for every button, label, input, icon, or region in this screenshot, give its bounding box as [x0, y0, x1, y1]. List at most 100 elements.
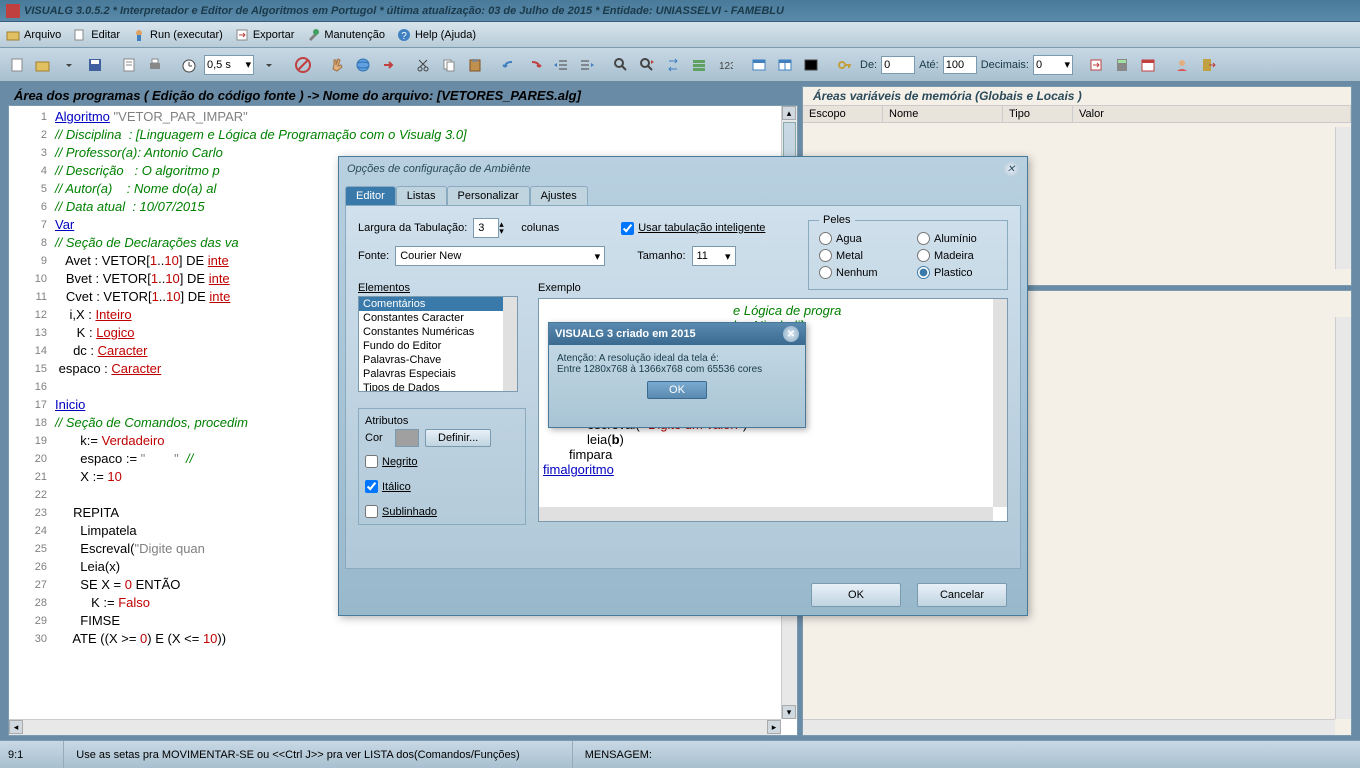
col-valor[interactable]: Valor — [1073, 106, 1351, 122]
skin-madeira[interactable]: Madeira — [917, 249, 997, 262]
vars-scrollbar-v[interactable] — [1335, 127, 1351, 269]
calc-button[interactable] — [1111, 54, 1133, 76]
skin-plastico[interactable]: Plastico — [917, 266, 997, 279]
elements-listbox[interactable]: Comentários Constantes Caracter Constant… — [358, 296, 518, 392]
menu-editar[interactable]: Editar — [73, 28, 120, 42]
window1-button[interactable] — [748, 54, 770, 76]
results-scrollbar-v[interactable] — [1335, 317, 1351, 719]
cut-button[interactable] — [412, 54, 434, 76]
dialog-ok-button[interactable]: OK — [811, 583, 901, 607]
msgbox-titlebar[interactable]: VISUALG 3 criado em 2015 ✕ — [549, 323, 805, 345]
skin-aluminio[interactable]: Alumínio — [917, 232, 997, 245]
paste-button[interactable] — [464, 54, 486, 76]
msgbox-title: VISUALG 3 criado em 2015 — [555, 328, 696, 340]
menu-exportar[interactable]: Exportar — [235, 28, 295, 42]
timer-combo[interactable]: 0,5 s▾ — [204, 55, 254, 75]
smarttab-checkbox[interactable]: Usar tabulação inteligente — [621, 222, 765, 235]
globe-button[interactable] — [352, 54, 374, 76]
calendar-button[interactable] — [1137, 54, 1159, 76]
tabwidth-input[interactable] — [473, 218, 499, 238]
tab-ajustes[interactable]: Ajustes — [530, 186, 588, 205]
list-item[interactable]: Constantes Numéricas — [359, 325, 517, 339]
new-button[interactable] — [6, 54, 28, 76]
spin-down-button[interactable]: ▾ — [499, 228, 504, 235]
tab-personalizar[interactable]: Personalizar — [447, 186, 530, 205]
menu-help[interactable]: ?Help (Ajuda) — [397, 28, 476, 42]
dialog-titlebar[interactable]: Opções de configuração de Ambiênte ✕ — [339, 157, 1027, 181]
dialog-cancel-button[interactable]: Cancelar — [917, 583, 1007, 607]
scroll-left-button[interactable]: ◂ — [9, 720, 23, 734]
col-escopo[interactable]: Escopo — [803, 106, 883, 122]
user-button[interactable] — [1171, 54, 1193, 76]
window3-button[interactable] — [800, 54, 822, 76]
app-icon — [6, 4, 20, 18]
underline-checkbox[interactable]: Sublinhado — [365, 505, 519, 518]
key-button[interactable] — [834, 54, 856, 76]
list-item[interactable]: Palavras-Chave — [359, 353, 517, 367]
col-nome[interactable]: Nome — [883, 106, 1003, 122]
list-item[interactable]: Comentários — [359, 297, 517, 311]
indent-right-button[interactable] — [576, 54, 598, 76]
bookmark-button[interactable] — [688, 54, 710, 76]
timer-button[interactable] — [178, 54, 200, 76]
example-scrollbar-h[interactable] — [539, 507, 993, 521]
example-scrollbar-v[interactable] — [993, 299, 1007, 507]
find-next-button[interactable] — [636, 54, 658, 76]
col-tipo[interactable]: Tipo — [1003, 106, 1073, 122]
scroll-up-button[interactable]: ▴ — [782, 106, 796, 120]
list-item[interactable]: Palavras Especiais — [359, 367, 517, 381]
undo-button[interactable] — [498, 54, 520, 76]
font-combo[interactable]: Courier New▾ — [395, 246, 605, 266]
menu-run[interactable]: Run (executar) — [132, 28, 223, 42]
decimais-combo[interactable]: 0▾ — [1033, 55, 1073, 75]
numbers-button[interactable]: 123 — [714, 54, 736, 76]
list-item[interactable]: Constantes Caracter — [359, 311, 517, 325]
print-button[interactable] — [144, 54, 166, 76]
arrow-button[interactable] — [378, 54, 400, 76]
define-color-button[interactable]: Definir... — [425, 429, 491, 447]
dialog-tabs: Editor Listas Personalizar Ajustes — [339, 181, 1027, 205]
ate-input[interactable] — [943, 56, 977, 74]
msgbox-close-button[interactable]: ✕ — [783, 326, 799, 342]
exit-button[interactable] — [1197, 54, 1219, 76]
tab-listas[interactable]: Listas — [396, 186, 447, 205]
save-button[interactable] — [84, 54, 106, 76]
msgbox-ok-button[interactable]: OK — [647, 381, 707, 399]
skin-agua[interactable]: Agua — [819, 232, 899, 245]
menu-arquivo[interactable]: Arquivo — [6, 28, 61, 42]
stop-button[interactable] — [292, 54, 314, 76]
list-item[interactable]: Tipos de Dados — [359, 381, 517, 392]
copy-button[interactable] — [438, 54, 460, 76]
list-item[interactable]: Fundo do Editor — [359, 339, 517, 353]
scroll-right-button[interactable]: ▸ — [767, 720, 781, 734]
italic-checkbox[interactable]: Itálico — [365, 480, 519, 493]
window2-button[interactable] — [774, 54, 796, 76]
dialog-close-button[interactable]: ✕ — [1003, 161, 1019, 177]
results-scrollbar-h[interactable] — [803, 719, 1335, 735]
open-button[interactable] — [32, 54, 54, 76]
svg-text:123: 123 — [719, 61, 733, 72]
menu-manutencao[interactable]: Manutenção — [306, 28, 385, 42]
step-button[interactable] — [1085, 54, 1107, 76]
skin-nenhum[interactable]: Nenhum — [819, 266, 899, 279]
editor-scrollbar-h[interactable]: ◂ ▸ — [9, 719, 781, 735]
bold-checkbox[interactable]: Negrito — [365, 455, 519, 468]
color-swatch[interactable] — [395, 429, 419, 447]
scroll-down-button[interactable]: ▾ — [782, 705, 796, 719]
skin-metal[interactable]: Metal — [819, 249, 899, 262]
example-label: Exemplo — [538, 282, 1008, 294]
hand-button[interactable] — [326, 54, 348, 76]
find-button[interactable] — [610, 54, 632, 76]
redo-button[interactable] — [524, 54, 546, 76]
indent-left-button[interactable] — [550, 54, 572, 76]
doc-button[interactable] — [118, 54, 140, 76]
help-icon: ? — [397, 28, 411, 42]
timer-dropdown-button[interactable] — [258, 54, 280, 76]
open-dropdown-button[interactable] — [58, 54, 80, 76]
de-input[interactable] — [881, 56, 915, 74]
resolution-messagebox: VISUALG 3 criado em 2015 ✕ Atenção: A re… — [548, 322, 806, 428]
replace-button[interactable] — [662, 54, 684, 76]
tab-editor[interactable]: Editor — [345, 186, 396, 205]
size-combo[interactable]: 11▾ — [692, 246, 736, 266]
listbox-scrollbar[interactable] — [503, 297, 517, 391]
